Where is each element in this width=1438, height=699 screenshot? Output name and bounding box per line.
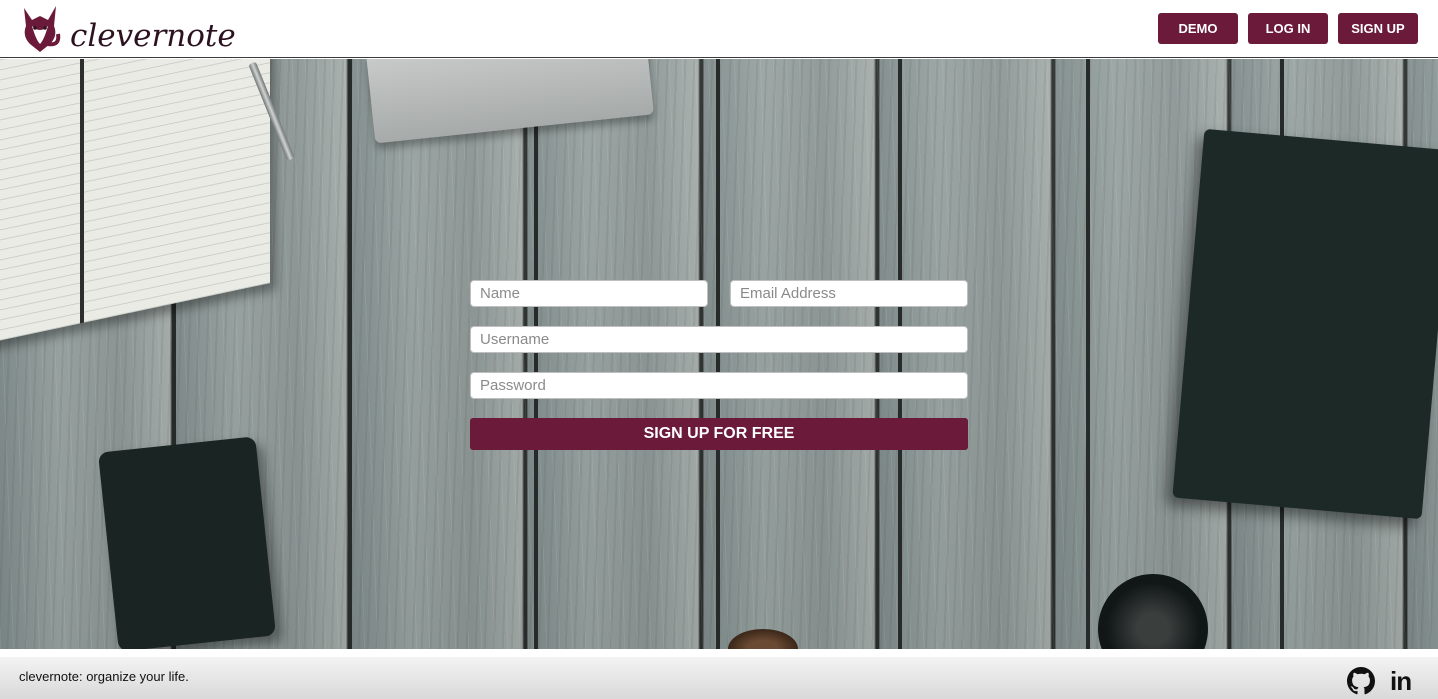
fox-logo-icon bbox=[24, 6, 61, 52]
book-decoration bbox=[1172, 128, 1438, 520]
github-link[interactable] bbox=[1347, 667, 1375, 695]
plank-gap bbox=[348, 59, 352, 649]
plank-gap bbox=[1086, 59, 1090, 649]
brand-logo[interactable]: clevernote bbox=[18, 4, 236, 56]
signup-for-free-button[interactable]: SIGN UP FOR FREE bbox=[470, 418, 968, 450]
demo-button[interactable]: DEMO bbox=[1158, 13, 1238, 44]
password-input[interactable] bbox=[470, 372, 968, 399]
email-input[interactable] bbox=[730, 280, 968, 307]
linkedin-link[interactable]: in bbox=[1390, 667, 1418, 695]
brand-name: clevernote bbox=[70, 18, 236, 54]
signup-button[interactable]: SIGN UP bbox=[1338, 13, 1418, 44]
login-button[interactable]: LOG IN bbox=[1248, 13, 1328, 44]
top-header: clevernote DEMO LOG IN SIGN UP bbox=[0, 0, 1438, 58]
github-icon bbox=[1347, 667, 1375, 695]
username-input[interactable] bbox=[470, 326, 968, 353]
notebook-spine bbox=[80, 59, 84, 324]
footer: clevernote: organize your life. in bbox=[0, 649, 1438, 699]
name-input[interactable] bbox=[470, 280, 708, 307]
phone-decoration bbox=[97, 436, 277, 649]
signup-form: SIGN UP FOR FREE bbox=[470, 280, 968, 450]
linkedin-icon: in bbox=[1390, 666, 1412, 696]
footer-tagline: clevernote: organize your life. bbox=[19, 669, 189, 684]
